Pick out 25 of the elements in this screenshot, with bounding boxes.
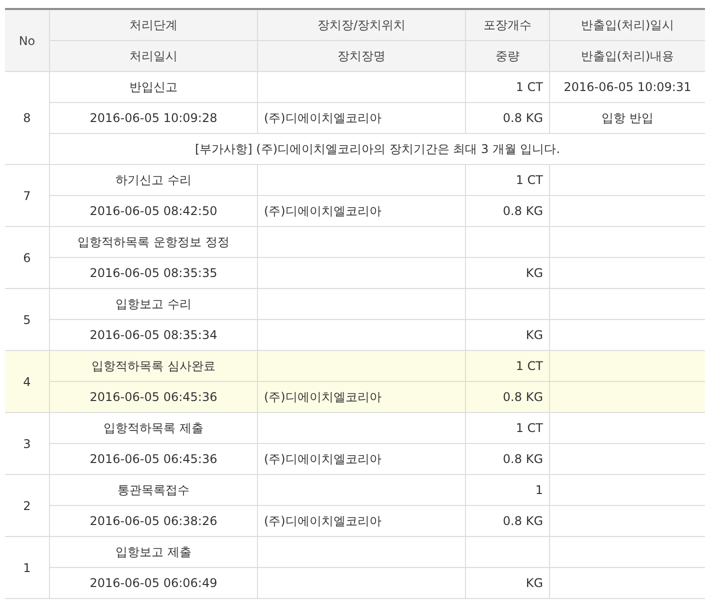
table-cell: 입항보고 수리: [50, 289, 258, 320]
table-cell: 입항적하목록 심사완료: [50, 351, 258, 382]
column-header: 포장개수: [466, 10, 550, 41]
table-cell: 1 CT: [466, 351, 550, 382]
table-cell: 입항보고 제출: [50, 537, 258, 568]
table-cell: 1 CT: [466, 165, 550, 196]
table-cell: 2016-06-05 06:06:49: [50, 568, 258, 599]
row-number: 1: [5, 537, 50, 599]
table-cell: KG: [466, 568, 550, 599]
table-cell: 반입신고: [50, 72, 258, 103]
column-header: 장치장/장치위치: [258, 10, 466, 41]
table-cell: 입항 반입: [550, 103, 705, 134]
table-cell: (주)디에이치엘코리아: [258, 103, 466, 134]
table-cell: 2016-06-05 10:09:31: [550, 72, 705, 103]
column-header: 반출입(처리)일시: [550, 10, 705, 41]
table-cell: 입항적하목록 제출: [50, 413, 258, 444]
table-cell: 통관목록접수: [50, 475, 258, 506]
table-cell: 1 CT: [466, 72, 550, 103]
table-cell: 1 CT: [466, 413, 550, 444]
table-cell: 2016-06-05 10:09:28: [50, 103, 258, 134]
table-cell: 입항적하목록 운항정보 정정: [50, 227, 258, 258]
table-cell: 0.8 KG: [466, 103, 550, 134]
table-cell: 1: [466, 475, 550, 506]
table-cell: 하기신고 수리: [50, 165, 258, 196]
column-header: 처리단계: [50, 10, 258, 41]
